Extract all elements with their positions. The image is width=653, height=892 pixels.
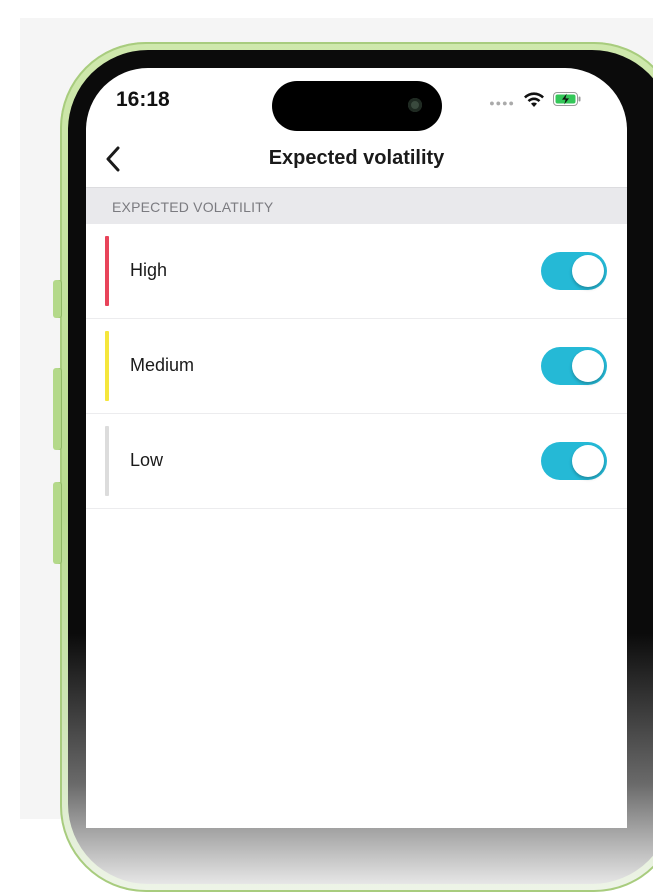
list-item-high: High (86, 224, 627, 319)
list-item-low: Low (86, 414, 627, 509)
battery-charging-icon (553, 92, 581, 106)
side-button-action (53, 280, 62, 318)
section-header-label: EXPECTED VOLATILITY (112, 199, 274, 215)
toggle-knob (572, 255, 604, 287)
toggle-high[interactable] (541, 252, 607, 290)
bottom-fade (86, 568, 627, 828)
camera-icon (408, 98, 422, 112)
phone-screen: 16:18 ●●●● Expected volatility EXPECTED … (86, 68, 627, 828)
list-item-label: Medium (130, 355, 195, 375)
side-button-volume-down (53, 482, 62, 564)
toggle-knob (572, 445, 604, 477)
list-item-medium: Medium (86, 319, 627, 414)
status-time: 16:18 (116, 88, 170, 111)
volatility-indicator-medium (105, 331, 109, 401)
list-item-label: High (130, 260, 168, 280)
signal-dots-icon: ●●●● (489, 98, 515, 108)
list-item-label: Low (130, 450, 164, 470)
side-button-volume-up (53, 368, 62, 450)
wifi-icon (524, 92, 544, 107)
volatility-indicator-high (105, 236, 109, 306)
page-title: Expected volatility (268, 147, 445, 169)
section-header: EXPECTED VOLATILITY (86, 187, 627, 224)
volatility-indicator-low (105, 426, 109, 496)
toggle-low[interactable] (541, 442, 607, 480)
dynamic-island (272, 81, 442, 131)
toggle-knob (572, 350, 604, 382)
toggle-medium[interactable] (541, 347, 607, 385)
